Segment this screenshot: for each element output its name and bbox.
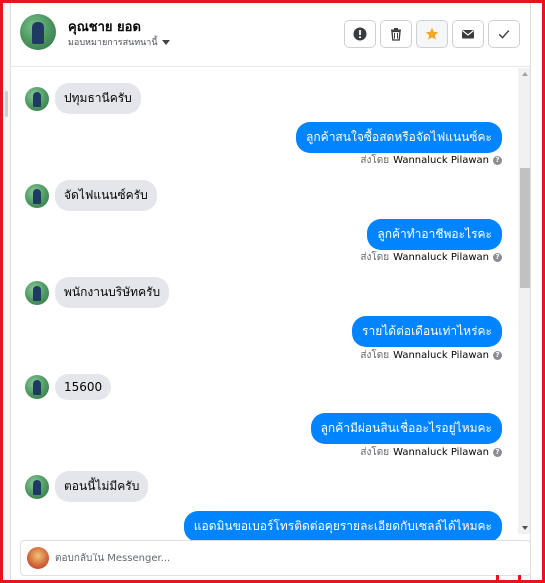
- incoming-message: 15600: [25, 374, 112, 400]
- sent-by-prefix: ส่งโดย: [360, 252, 390, 263]
- sent-by-prefix: ส่งโดย: [360, 447, 390, 458]
- incoming-message: ปทุมธานีครับ: [25, 83, 141, 114]
- help-icon[interactable]: ?: [493, 253, 502, 262]
- page-avatar: [27, 547, 49, 569]
- help-icon[interactable]: ?: [493, 156, 502, 165]
- outgoing-message-bubble[interactable]: ลูกค้าทำอาชีพอะไรคะ: [367, 219, 502, 250]
- envelope-icon: [462, 30, 474, 39]
- delete-button[interactable]: [380, 20, 412, 48]
- message-bubble[interactable]: ปทุมธานีครับ: [55, 83, 141, 114]
- incoming-message: พนักงานบริษัทครับ: [25, 277, 170, 308]
- star-icon: [425, 27, 439, 40]
- star-button[interactable]: [416, 20, 448, 48]
- sent-by-line: ส่งโดย Wannaluck Pilawan ?: [360, 445, 502, 460]
- conversation-panel: คุณชาย ยอด มอบหมายการสนทนานี้ ปทุมธานีคร…: [10, 3, 531, 580]
- scroll-down-arrow-icon[interactable]: [522, 526, 528, 530]
- left-edge-tick: [5, 91, 8, 117]
- trash-icon: [391, 28, 401, 41]
- outgoing-message-bubble[interactable]: แอดมินขอเบอร์โทรติดต่อคุยรายละเอียดกับเซ…: [183, 511, 502, 542]
- reply-input[interactable]: [55, 552, 475, 564]
- sent-by-prefix: ส่งโดย: [360, 350, 390, 361]
- sender-avatar: [25, 86, 49, 111]
- sender-avatar: [25, 183, 49, 208]
- contact-avatar[interactable]: [20, 14, 56, 50]
- check-icon: [498, 30, 510, 39]
- bottom-edge-marks: [492, 575, 532, 581]
- thread-scrollbar[interactable]: [518, 68, 530, 534]
- sent-by-agent: Wannaluck Pilawan: [393, 155, 489, 166]
- incoming-message: จัดไฟแนนซ์ครับ: [25, 180, 157, 211]
- alert-icon: [353, 27, 367, 41]
- incoming-message: ตอนนี้ไม่มีครับ: [25, 471, 149, 502]
- mark-spam-button[interactable]: [344, 20, 376, 48]
- scroll-up-arrow-icon[interactable]: [522, 72, 528, 76]
- outgoing-message-bubble[interactable]: รายได้ต่อเดือนเท่าไหร่คะ: [352, 316, 502, 347]
- sent-by-agent: Wannaluck Pilawan: [393, 252, 489, 263]
- reply-composer: [20, 540, 530, 576]
- sent-by-line: ส่งโดย Wannaluck Pilawan ?: [360, 250, 502, 265]
- outgoing-message-bubble[interactable]: ลูกค้าสนใจซื้อสดหรือจัดไฟแนนซ์คะ: [296, 122, 502, 153]
- message-bubble[interactable]: ตอนนี้ไม่มีครับ: [55, 471, 149, 502]
- message-bubble[interactable]: 15600: [55, 374, 112, 400]
- left-edge-strip: [3, 3, 10, 580]
- contact-name[interactable]: คุณชาย ยอด: [68, 16, 141, 37]
- message-thread[interactable]: ปทุมธานีครับ ลูกค้าสนใจซื้อสดหรือจัดไฟแน…: [11, 68, 516, 542]
- assign-conversation-dropdown[interactable]: มอบหมายการสนทนานี้: [68, 35, 170, 49]
- mark-unread-button[interactable]: [452, 20, 484, 48]
- help-icon[interactable]: ?: [493, 351, 502, 360]
- sent-by-agent: Wannaluck Pilawan: [393, 350, 489, 361]
- sender-avatar: [25, 375, 49, 399]
- sender-avatar: [25, 280, 49, 305]
- mark-done-button[interactable]: [488, 20, 520, 48]
- sender-avatar: [25, 474, 49, 499]
- sent-by-prefix: ส่งโดย: [360, 155, 390, 166]
- sent-by-line: ส่งโดย Wannaluck Pilawan ?: [360, 348, 502, 363]
- scrollbar-thumb[interactable]: [520, 168, 530, 288]
- message-bubble[interactable]: จัดไฟแนนซ์ครับ: [55, 180, 157, 211]
- help-icon[interactable]: ?: [493, 448, 502, 457]
- sent-by-line: ส่งโดย Wannaluck Pilawan ?: [360, 153, 502, 168]
- assign-label: มอบหมายการสนทนานี้: [68, 38, 158, 48]
- outgoing-message-bubble[interactable]: ลูกค้ามีผ่อนสินเชื่ออะไรอยู่ไหมคะ: [310, 413, 502, 444]
- sent-by-agent: Wannaluck Pilawan: [393, 447, 489, 458]
- chevron-down-icon: [161, 39, 170, 45]
- message-bubble[interactable]: พนักงานบริษัทครับ: [55, 277, 170, 308]
- conversation-header: คุณชาย ยอด มอบหมายการสนทนานี้: [11, 3, 530, 67]
